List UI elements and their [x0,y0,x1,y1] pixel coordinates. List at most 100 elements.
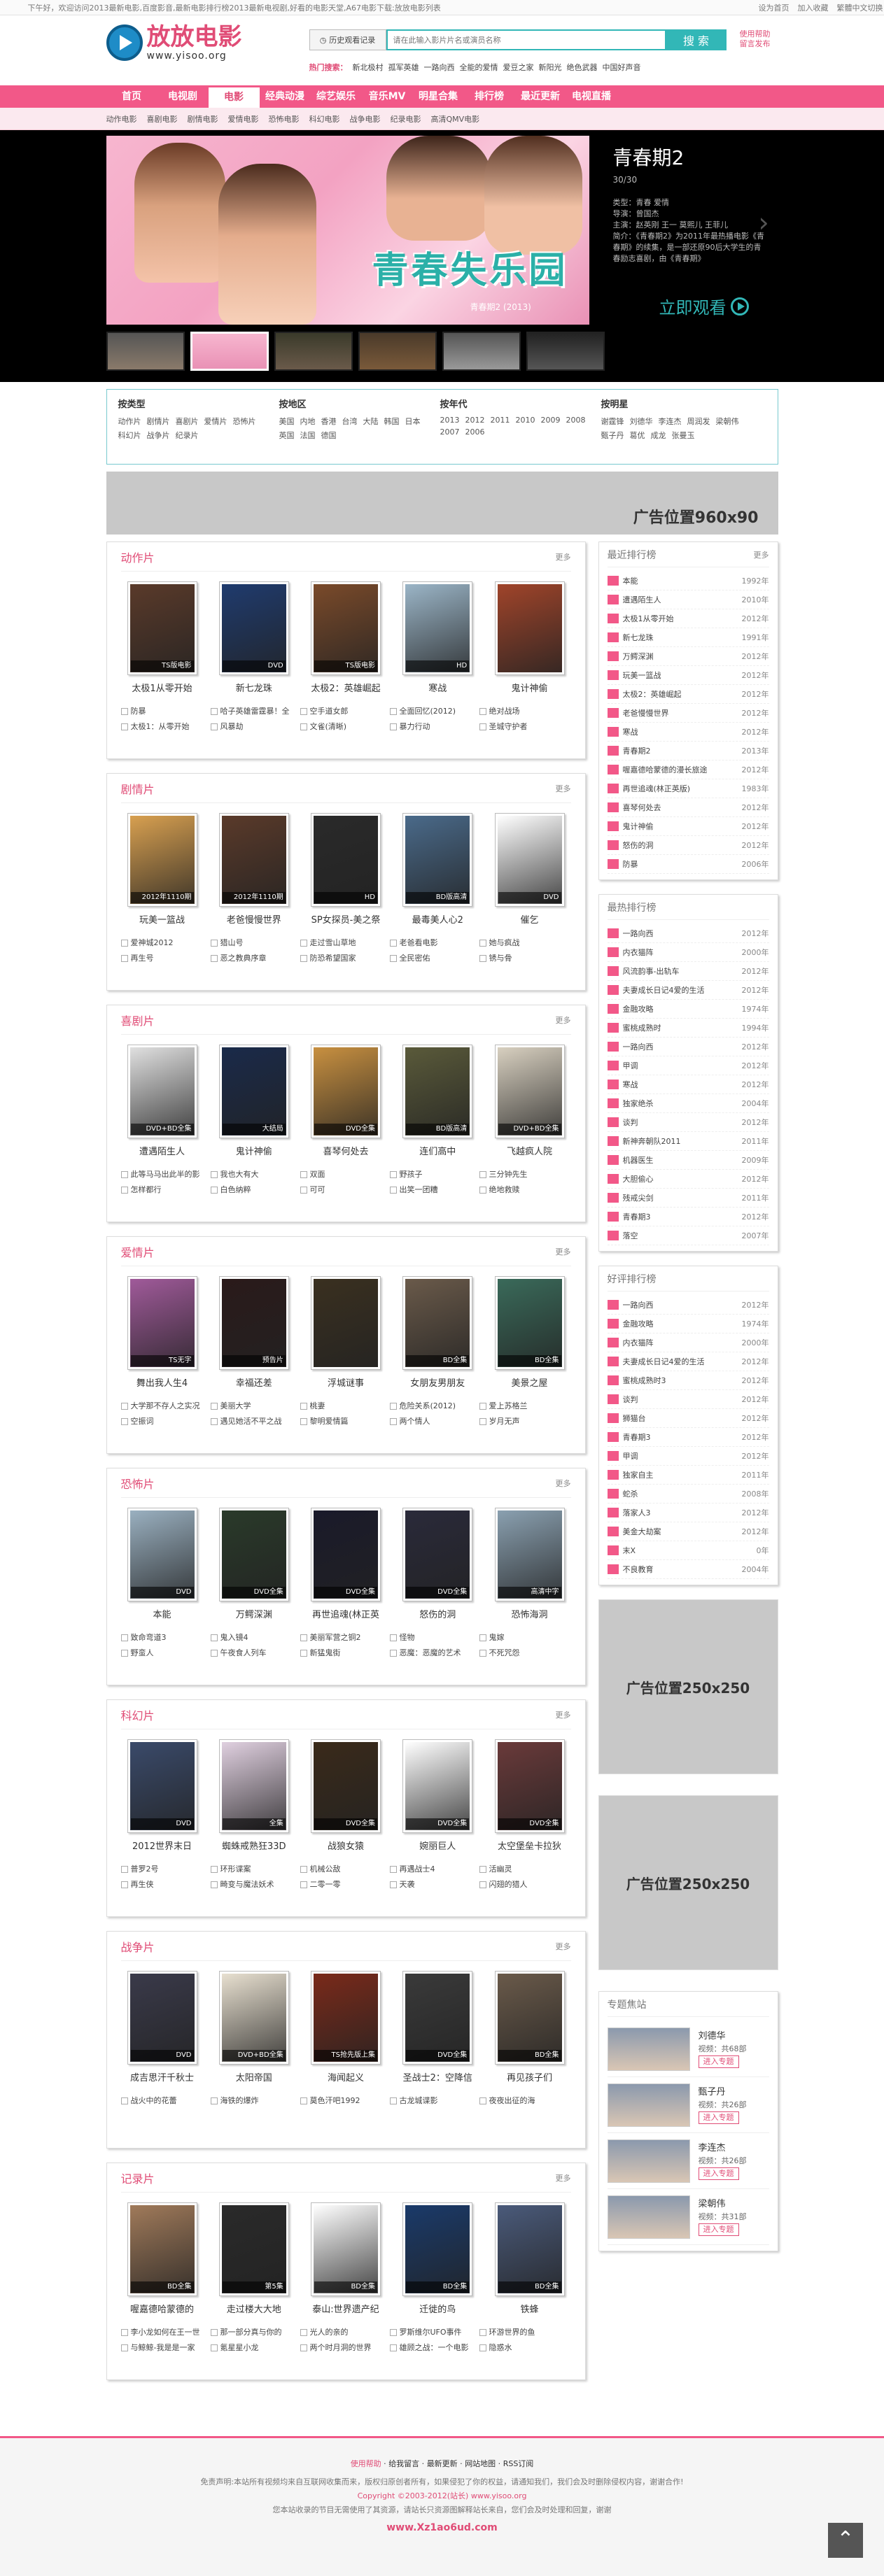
ad-side-250[interactable]: 广告位置250x250 [598,1795,778,1970]
filter-option[interactable]: 李连杰 [659,416,682,427]
search-input[interactable] [386,29,666,50]
footer-link[interactable]: RSS订阅 [503,2459,534,2468]
movie-title[interactable]: 太极2：英雄崛起 [304,681,387,694]
movie-link[interactable]: 暴力行动 [390,719,479,735]
movie-poster[interactable] [311,1276,381,1370]
movie-card[interactable]: DVD+BD全集 遭遇陌生人 [121,1045,204,1157]
watch-now-button[interactable]: 立即观看 [659,294,749,318]
subnav-item[interactable]: 战争电影 [350,113,381,125]
movie-link[interactable]: 空振词 [121,1414,211,1429]
hot-word[interactable]: 绝色武器 [567,62,598,73]
subnav-item[interactable]: 剧情电影 [188,113,218,125]
movie-card[interactable]: DVD全集 再世追魂(林正英 [304,1508,387,1620]
movie-title[interactable]: 战狼女猿 [304,1839,387,1852]
topic-photo[interactable] [607,2195,690,2239]
rank-name[interactable]: 甲调 [623,1060,742,1071]
more-link[interactable]: 更多 [556,551,571,562]
filter-option[interactable]: 周润发 [687,416,710,427]
movie-title[interactable]: 太阳帝国 [213,2070,295,2083]
subnav-item[interactable]: 爱情电影 [228,113,259,125]
hot-word[interactable]: 孤军英雄 [388,62,419,73]
movie-title[interactable]: 铁蜂 [489,2302,571,2315]
filter-option[interactable]: 内地 [300,416,316,427]
filter-option[interactable]: 英国 [279,430,295,441]
movie-card[interactable]: DVD 成吉思汗千秋士 [121,1971,204,2083]
movie-link[interactable]: 恶之教典序章 [211,951,300,966]
rank-name[interactable]: 喜琴何处去 [623,802,742,813]
rank-item[interactable]: 一路向西 2012年 [607,1038,769,1056]
movie-link[interactable]: 文雀(清晰) [300,719,390,735]
movie-title[interactable]: 飞越疯人院 [489,1144,571,1157]
rank-item[interactable]: 狮猫台 2012年 [607,1409,769,1428]
rank-item[interactable]: 不良教育 2004年 [607,1560,769,1579]
rank-item[interactable]: 蜜桃成熟时3 2012年 [607,1371,769,1390]
rank-item[interactable]: 一路向西 2012年 [607,924,769,943]
search-button[interactable]: 搜 索 [666,29,727,50]
movie-poster[interactable]: DVD [494,813,565,907]
movie-poster[interactable]: DVD+BD全集 [218,1971,289,2065]
movie-card[interactable]: DVD+BD全集太阳帝国 [213,1971,295,2083]
filter-option[interactable]: 纪录片 [176,430,199,441]
movie-link[interactable]: 普罗2号 [121,1862,211,1877]
movie-link[interactable]: 野蛮人 [121,1646,211,1661]
movie-title[interactable]: 本能 [121,1607,204,1620]
movie-poster[interactable]: 大结局 [218,1045,289,1138]
movie-title[interactable]: 喔嘉德哈蒙德的 [121,2302,204,2315]
filter-option[interactable]: 2008 [566,416,586,425]
filter-option[interactable]: 德国 [321,430,337,441]
movie-title[interactable]: 婉丽巨人 [396,1839,479,1852]
movie-link[interactable]: 野孩子 [390,1167,479,1182]
movie-link[interactable]: 再遇战士4 [390,1862,479,1877]
movie-card[interactable]: DVD 2012世界末日 [121,1739,204,1852]
movie-link[interactable]: 二零一零 [300,1877,390,1892]
movie-link[interactable]: 怎样都行 [121,1182,211,1198]
movie-poster[interactable]: BD全集 [311,2202,381,2296]
movie-title[interactable]: 遭遇陌生人 [121,1144,204,1157]
movie-link[interactable]: 隐惑水 [479,2340,569,2356]
rank-item[interactable]: 喔嘉德哈蒙德的漫长旅途 2012年 [607,760,769,779]
guestbook-link[interactable]: 留言发布 [740,39,771,49]
rank-item[interactable]: 落空 2007年 [607,1226,769,1245]
rank-item[interactable]: 遭遇陌生人 2010年 [607,590,769,609]
movie-card[interactable]: BD全集 铁蜂 [489,2202,571,2315]
movie-poster[interactable]: DVD [127,1508,197,1601]
rank-name[interactable]: 喔嘉德哈蒙德的漫长旅途 [623,764,742,775]
movie-title[interactable]: 幸福还差 [213,1375,295,1389]
movie-card[interactable]: BD全集 女朋友男朋友 [396,1276,479,1389]
filter-option[interactable]: 张曼玉 [672,430,695,441]
rank-name[interactable]: 大胆偷心 [623,1173,742,1184]
rank-item[interactable]: 美金大劫案 2012年 [607,1522,769,1541]
subnav-item[interactable]: 高清QMV电影 [431,113,480,125]
movie-title[interactable]: 恐怖海洞 [489,1607,571,1620]
rank-item[interactable]: 万鳄深渊 2012年 [607,647,769,666]
rank-name[interactable]: 玩美一篮战 [623,670,742,681]
movie-poster[interactable]: 全集 [218,1739,289,1833]
ad-side-250[interactable]: 广告位置250x250 [598,1599,778,1774]
movie-poster[interactable]: DVD全集 [402,1971,473,2065]
movie-title[interactable]: 舞出我人生4 [121,1375,204,1389]
more-link[interactable]: 更多 [556,1478,571,1489]
movie-poster[interactable]: HD [311,813,381,907]
filter-option[interactable]: 台湾 [342,416,358,427]
movie-link[interactable]: 罗斯维尔UFO事件 [390,2325,479,2340]
set-homepage-link[interactable]: 设为首页 [759,2,790,13]
hot-word[interactable]: 一路向西 [424,62,455,73]
nav-item[interactable]: 电视直播 [566,85,617,108]
rank-item[interactable]: 新神奔朝队2011 2011年 [607,1132,769,1151]
rank-item[interactable]: 一路向西 2012年 [607,1296,769,1315]
movie-poster[interactable]: BD全集 [127,2202,197,2296]
movie-card[interactable]: BD版高清 最毒美人心2 [396,813,479,926]
banner-thumb[interactable] [106,332,185,371]
rank-name[interactable]: 金融攻略 [623,1318,742,1329]
history-button[interactable]: ◷ 历史观看记录 [309,29,386,50]
movie-card[interactable]: BD全集 美景之屋 [489,1276,571,1389]
filter-option[interactable]: 2010 [516,416,535,425]
movie-card[interactable]: DVD全集 战狼女猿 [304,1739,387,1852]
nav-item[interactable]: 电视剧 [157,85,209,108]
movie-link[interactable]: 莫色汗吧1992 [300,2093,390,2109]
movie-link[interactable]: 全民密佑 [390,951,479,966]
rank-name[interactable]: 青春期2 [623,745,742,756]
movie-link[interactable]: 氪星星小龙 [211,2340,300,2356]
movie-card[interactable]: 第5集 走过楼大大地 [213,2202,295,2315]
movie-card[interactable]: TS版电影 太极1从零开始 [121,581,204,694]
